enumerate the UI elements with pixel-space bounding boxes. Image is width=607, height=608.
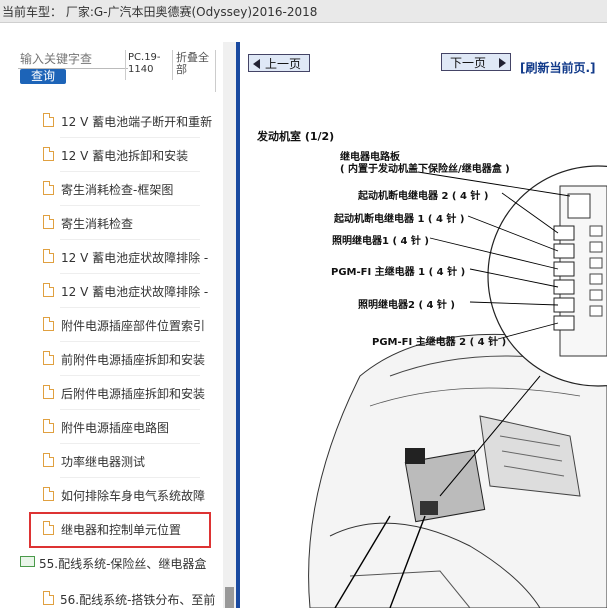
- tree-item-label: 寄生消耗检查: [61, 217, 134, 231]
- window-title: 当前车型： 厂家:G-广汽本田奥德赛(Odyssey)2016-2018: [2, 5, 318, 19]
- callout-lighting-relay-2: 照明继电器2 ( 4 针 ): [358, 300, 455, 311]
- document-viewer: 上一页 下一页 [刷新当前页.] 发动机室 (1/2) 继电器电路板 (内置于…: [240, 42, 607, 608]
- tree-item-label: 12 V 蓄电池端子断开和重新: [61, 115, 213, 129]
- fold-all-button[interactable]: 折叠全部: [176, 52, 216, 76]
- document-icon: [43, 591, 54, 605]
- divider: [215, 50, 216, 92]
- diagram-title: 发动机室 (1/2): [257, 130, 335, 143]
- tree-item-label: 后附件电源插座拆卸和安装: [61, 387, 206, 401]
- tree-item[interactable]: 12 V 蓄电池症状故障排除 -: [0, 274, 222, 308]
- tree-item[interactable]: 后附件电源插座拆卸和安装: [0, 376, 222, 410]
- document-icon: [43, 249, 54, 263]
- document-icon: [43, 147, 54, 161]
- document-icon: [43, 385, 54, 399]
- tree-item[interactable]: 如何排除车身电气系统故障: [0, 478, 222, 512]
- next-page-button[interactable]: 下一页: [441, 53, 511, 71]
- prev-page-button[interactable]: 上一页: [248, 54, 310, 72]
- arrow-right-icon: [499, 58, 506, 68]
- document-icon: [43, 283, 54, 297]
- document-icon: [43, 419, 54, 433]
- tree-item-label: 如何排除车身电气系统故障: [61, 489, 206, 503]
- diagram-page: 发动机室 (1/2) 继电器电路板 ( 内置于发动机盖下保险丝/继电器盒 ) 起…: [240, 76, 607, 608]
- divider: [172, 50, 173, 80]
- callout-starter-cut-relay-1: 起动机断电继电器 1 ( 4 针 ): [334, 214, 465, 225]
- callout-relay-board: 继电器电路板 ( 内置于发动机盖下保险丝/继电器盒 ): [340, 152, 510, 175]
- selection-highlight: [29, 512, 211, 548]
- tree-item[interactable]: 附件电源插座部件位置索引: [0, 308, 222, 342]
- tree-item[interactable]: 寄生消耗检查-框架图: [0, 172, 222, 206]
- search-button[interactable]: 查询: [20, 69, 66, 84]
- tree-item[interactable]: 12 V 蓄电池端子断开和重新: [0, 104, 222, 138]
- tree-item[interactable]: 附件电源插座电路图: [0, 410, 222, 444]
- tree-item-label: 寄生消耗检查-框架图: [61, 183, 174, 197]
- tree-item-label: 附件电源插座电路图: [61, 421, 170, 435]
- tree-item-label: 12 V 蓄电池症状故障排除 -: [61, 251, 209, 265]
- document-icon: [43, 317, 54, 331]
- left-panel: 查询 PC.19-1140 折叠全部 12 V 蓄电池端子断开和重新 12 V …: [0, 42, 236, 608]
- arrow-left-icon: [253, 59, 260, 69]
- viewer-toolbar: 上一页 下一页 [刷新当前页.]: [240, 42, 607, 76]
- document-icon: [43, 181, 54, 195]
- tree-item[interactable]: 12 V 蓄电池症状故障排除 -: [0, 240, 222, 274]
- tree-item[interactable]: 前附件电源插座拆卸和安装: [0, 342, 222, 376]
- tree-item[interactable]: 56.配线系统-搭铁分布、至前: [0, 582, 222, 608]
- scrollbar-thumb[interactable]: [225, 587, 234, 608]
- divider: [125, 50, 126, 80]
- tree-item[interactable]: 功率继电器测试: [0, 444, 222, 478]
- document-icon: [43, 453, 54, 467]
- tree-item-label: 功率继电器测试: [61, 455, 146, 469]
- title-bar: 当前车型： 厂家:G-广汽本田奥德赛(Odyssey)2016-2018: [0, 0, 607, 23]
- tree-item[interactable]: 寄生消耗检查: [0, 206, 222, 240]
- folder-icon: [20, 556, 35, 567]
- folder-label: 55.配线系统-保险丝、继电器盒: [39, 557, 207, 571]
- tree-scrollbar[interactable]: [223, 42, 236, 608]
- tree-item-label: 12 V 蓄电池拆卸和安装: [61, 149, 189, 163]
- next-page-label: 下一页: [450, 56, 487, 70]
- refresh-page-link[interactable]: [刷新当前页.]: [520, 59, 596, 76]
- document-icon: [43, 215, 54, 229]
- document-icon: [43, 351, 54, 365]
- tree-folder[interactable]: 55.配线系统-保险丝、继电器盒: [0, 548, 222, 578]
- tree-item-label: 前附件电源插座拆卸和安装: [61, 353, 206, 367]
- tree-item[interactable]: 12 V 蓄电池拆卸和安装: [0, 138, 222, 172]
- callout-lighting-relay-1: 照明继电器1 ( 4 针 ): [332, 236, 429, 247]
- document-icon: [43, 113, 54, 127]
- document-icon: [43, 487, 54, 501]
- search-input[interactable]: [18, 50, 128, 69]
- prev-page-label: 上一页: [265, 57, 302, 71]
- tree-item-label: 附件电源插座部件位置索引: [61, 319, 206, 333]
- pc-code: PC.19-1140: [128, 52, 161, 75]
- callout-pgm-fi-main-relay-2: PGM-FI 主继电器 2 ( 4 针 ): [372, 337, 507, 348]
- tree-item-label: 12 V 蓄电池症状故障排除 -: [61, 285, 209, 299]
- tree-item-label: 56.配线系统-搭铁分布、至前: [60, 593, 216, 607]
- callout-pgm-fi-main-relay-1: PGM-FI 主继电器 1 ( 4 针 ): [331, 267, 466, 278]
- callout-starter-cut-relay-2: 起动机断电继电器 2 ( 4 针 ): [358, 191, 489, 202]
